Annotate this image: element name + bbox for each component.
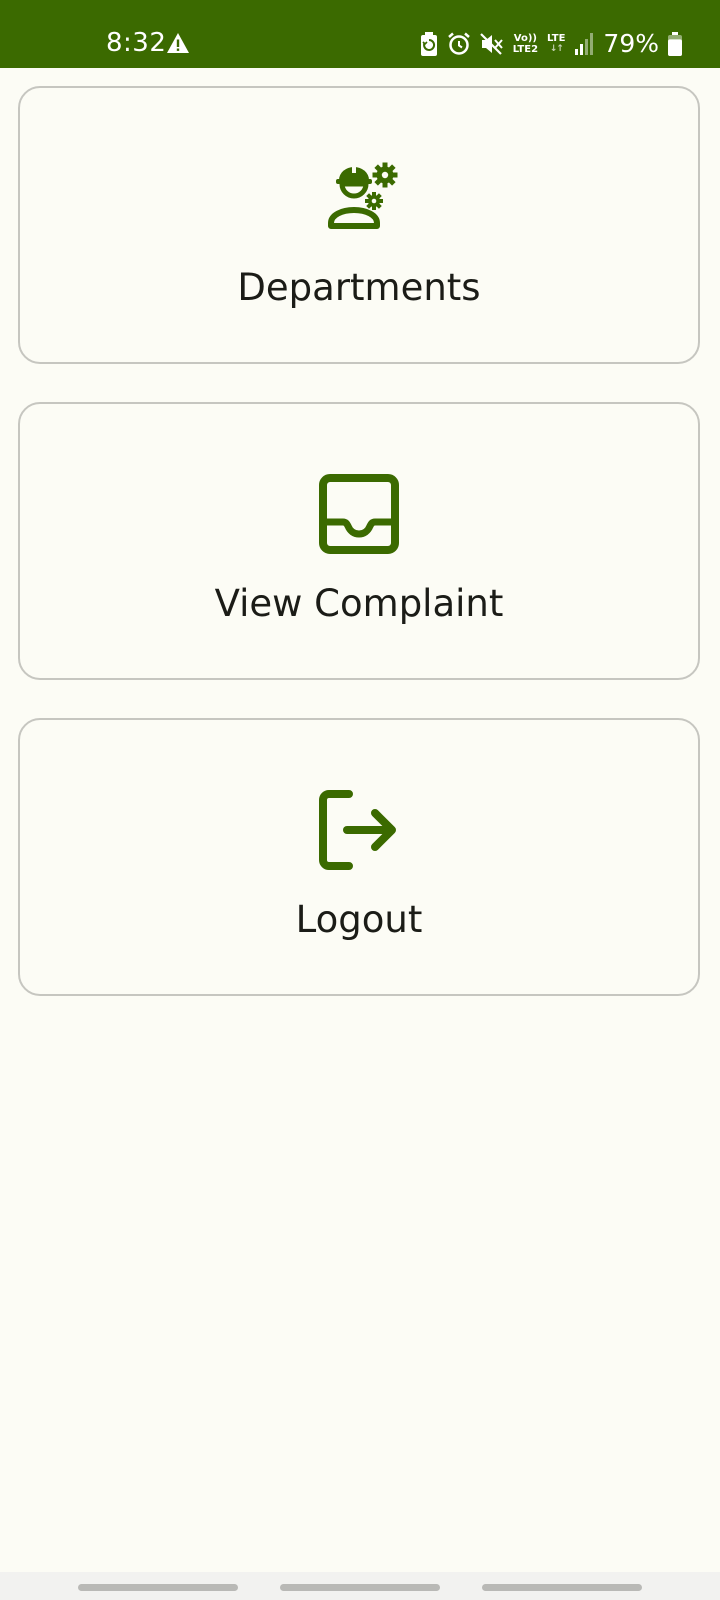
volte-indicator: Vo)) LTE2 (513, 33, 538, 55)
signal-icon (575, 33, 594, 55)
logout-icon (319, 790, 396, 870)
data-arrows-icon: ↓↑ (549, 44, 564, 54)
battery-icon (668, 32, 682, 56)
view-complaint-label: View Complaint (214, 582, 504, 625)
lte-label: LTE (547, 33, 566, 44)
departments-card[interactable]: Departments (18, 86, 700, 364)
logout-label: Logout (295, 898, 423, 941)
logout-card[interactable]: Logout (18, 718, 700, 996)
status-bar: 8:32 Vo)) LTE2 LTE ↓↑ 79% (0, 0, 720, 68)
status-time: 8:32 (106, 28, 167, 58)
volte-label: Vo)) (513, 33, 537, 44)
departments-label: Departments (237, 266, 481, 309)
inbox-tray-icon (319, 474, 399, 554)
alarm-icon (447, 32, 470, 55)
mute-icon (479, 33, 503, 55)
recents-button[interactable] (78, 1584, 238, 1591)
engineer-gears-icon (328, 162, 398, 229)
menu-list: Departments View Complaint Logout (18, 86, 702, 1034)
home-button[interactable] (280, 1584, 440, 1591)
status-icons: Vo)) LTE2 LTE ↓↑ 79% (420, 28, 682, 60)
lte2-label: LTE2 (512, 44, 539, 55)
battery-percent: 79% (603, 29, 659, 58)
navigation-bar (0, 1572, 720, 1600)
view-complaint-card[interactable]: View Complaint (18, 402, 700, 680)
battery-saver-icon (420, 32, 437, 56)
back-button[interactable] (482, 1584, 642, 1591)
warning-icon (167, 33, 189, 53)
lte-indicator: LTE ↓↑ (547, 33, 565, 55)
